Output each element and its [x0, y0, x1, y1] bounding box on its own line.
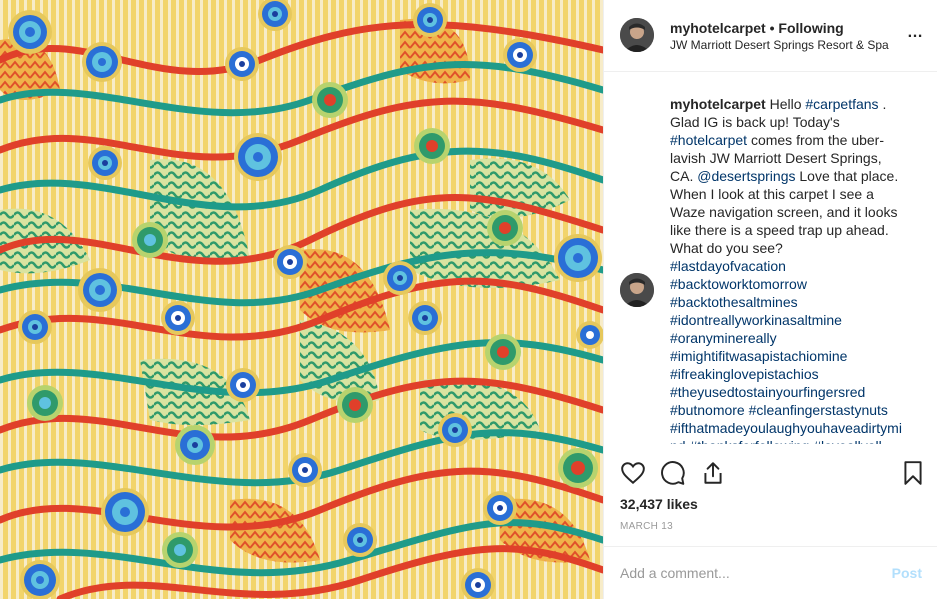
- comments-area[interactable]: myhotelcarpet Hello #carpetfans . Glad I…: [604, 73, 937, 444]
- caption-segment: Hello: [765, 96, 806, 112]
- hashtag-link[interactable]: #backtoworktomorrow: [670, 276, 807, 292]
- hashtag-link[interactable]: #imightifitwasapistachiomine: [670, 348, 847, 364]
- avatar[interactable]: [620, 273, 654, 307]
- comment-input[interactable]: [620, 563, 870, 583]
- user-avatar-icon: [620, 18, 654, 52]
- hashtag-link[interactable]: #hotelcarpet: [670, 132, 747, 148]
- hashtag-link[interactable]: #idontreallyworkinasaltmine: [670, 312, 842, 328]
- post-comment-button[interactable]: Post: [892, 565, 922, 581]
- instagram-post-view: myhotelcarpet • Following JW Marriott De…: [0, 0, 937, 599]
- header-username[interactable]: myhotelcarpet: [670, 20, 766, 36]
- more-dots-icon[interactable]: …: [907, 24, 924, 42]
- post-header: myhotelcarpet • Following JW Marriott De…: [604, 0, 937, 72]
- post-image[interactable]: [0, 0, 603, 599]
- hashtag-link[interactable]: @desertsprings: [697, 168, 795, 184]
- header-user-line: myhotelcarpet • Following: [670, 20, 844, 36]
- user-avatar-icon: [620, 273, 654, 307]
- carpet-pattern-image: [0, 0, 603, 599]
- header-separator: •: [769, 20, 775, 36]
- hashtag-link[interactable]: #oranyminereally: [670, 330, 777, 346]
- hashtag-link[interactable]: #loveallyall: [813, 438, 881, 444]
- heart-icon[interactable]: [620, 460, 646, 486]
- hashtag-link[interactable]: #cleanfingerstastynuts: [749, 402, 888, 418]
- hashtag-link[interactable]: #backtothesaltmines: [670, 294, 798, 310]
- hashtag-link[interactable]: #butnomore: [670, 402, 745, 418]
- location-link[interactable]: JW Marriott Desert Springs Resort & Spa: [670, 38, 906, 52]
- comment-icon[interactable]: [660, 460, 686, 486]
- likes-count[interactable]: 32,437 likes: [620, 496, 698, 512]
- caption-body: Hello #carpetfans . Glad IG is back up! …: [670, 96, 902, 444]
- follow-status-button[interactable]: Following: [778, 20, 843, 36]
- share-icon[interactable]: [700, 460, 726, 486]
- hashtag-link[interactable]: #carpetfans: [805, 96, 878, 112]
- hashtag-link[interactable]: #theyusedtostainyourfingersred: [670, 384, 865, 400]
- caption-username[interactable]: myhotelcarpet: [670, 96, 766, 112]
- post-side-panel: myhotelcarpet • Following JW Marriott De…: [603, 0, 937, 599]
- add-comment-bar: Post: [604, 546, 937, 599]
- hashtag-link[interactable]: #thanksforfollowing: [689, 438, 809, 444]
- post-date[interactable]: MARCH 13: [620, 521, 673, 532]
- hashtag-link[interactable]: #ifreakinglovepistachios: [670, 366, 819, 382]
- hashtag-link[interactable]: #lastdayofvacation: [670, 258, 786, 274]
- bookmark-icon[interactable]: [900, 460, 926, 486]
- caption-text: myhotelcarpet Hello #carpetfans . Glad I…: [670, 95, 902, 444]
- action-bar: [604, 452, 937, 492]
- avatar[interactable]: [620, 18, 654, 52]
